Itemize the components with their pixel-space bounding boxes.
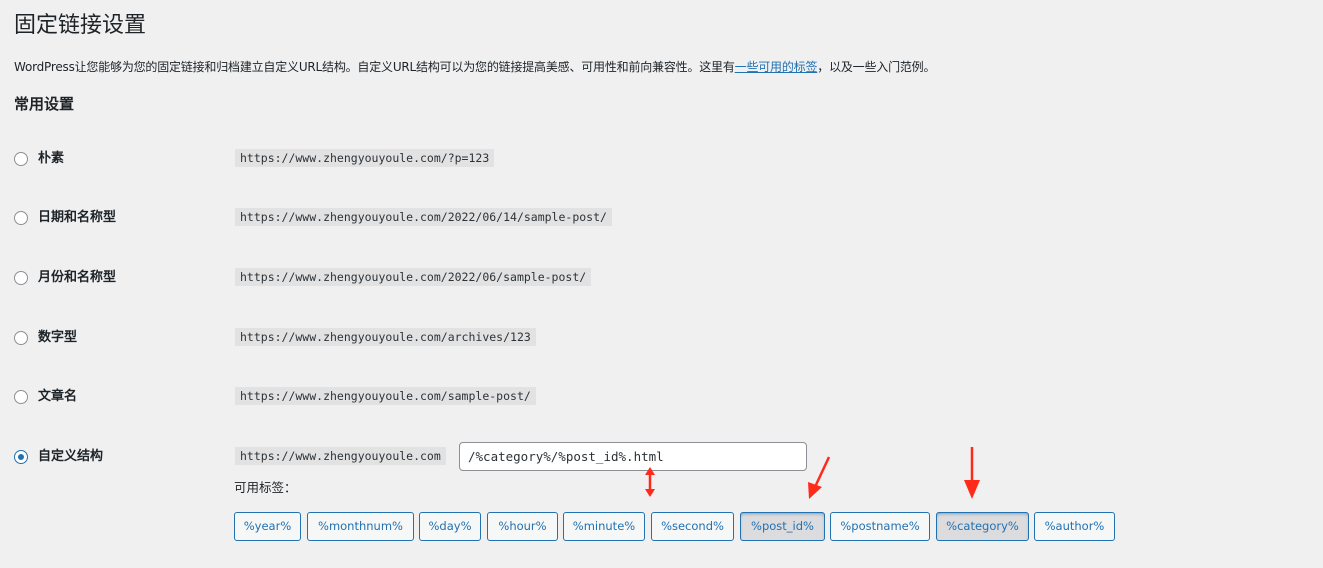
option-row-post-name: 文章名 https://www.zhengyouyoule.com/sample… <box>14 386 914 410</box>
option-row-plain: 朴素 https://www.zhengyouyoule.com/?p=123 <box>14 148 914 172</box>
option-url-plain: https://www.zhengyouyoule.com/?p=123 <box>235 149 495 167</box>
radio-plain[interactable] <box>14 152 28 166</box>
tag-button-minute[interactable]: %minute% <box>563 512 645 541</box>
radio-day-name[interactable] <box>14 211 28 225</box>
option-row-numeric: 数字型 https://www.zhengyouyoule.com/archiv… <box>14 327 914 351</box>
annotation-arrow-category-icon <box>964 447 980 499</box>
option-url-custom-base: https://www.zhengyouyoule.com <box>235 447 446 465</box>
tag-button-monthnum[interactable]: %monthnum% <box>307 512 414 541</box>
custom-structure-input[interactable] <box>459 442 807 471</box>
annotation-arrow-post-id-icon <box>808 456 831 499</box>
option-label-numeric[interactable]: 数字型 <box>38 328 77 348</box>
annotation-double-arrow-icon <box>645 467 655 497</box>
option-label-plain[interactable]: 朴素 <box>38 149 64 169</box>
tag-button-author[interactable]: %author% <box>1034 512 1115 541</box>
tag-button-second[interactable]: %second% <box>651 512 734 541</box>
option-url-post-name: https://www.zhengyouyoule.com/sample-pos… <box>235 387 536 405</box>
radio-custom[interactable] <box>14 450 28 464</box>
option-url-day-name: https://www.zhengyouyoule.com/2022/06/14… <box>235 208 612 226</box>
tag-button-post-id[interactable]: %post_id% <box>740 512 825 541</box>
radio-month-name[interactable] <box>14 271 28 285</box>
tag-button-category[interactable]: %category% <box>936 512 1029 541</box>
section-title-common-settings: 常用设置 <box>14 95 75 113</box>
intro-text: WordPress让您能够为您的固定链接和归档建立自定义URL结构。自定义URL… <box>14 58 935 76</box>
available-tags-label: 可用标签： <box>234 480 297 495</box>
page-title: 固定链接设置 <box>14 13 147 38</box>
option-url-month-name: https://www.zhengyouyoule.com/2022/06/sa… <box>235 268 592 286</box>
tag-button-day[interactable]: %day% <box>419 512 481 541</box>
option-row-day-name: 日期和名称型 https://www.zhengyouyoule.com/202… <box>14 207 914 231</box>
tag-button-hour[interactable]: %hour% <box>487 512 558 541</box>
intro-text-after: ，以及一些入门范例。 <box>817 60 936 74</box>
option-label-post-name[interactable]: 文章名 <box>38 387 77 407</box>
radio-numeric[interactable] <box>14 331 28 345</box>
option-label-month-name[interactable]: 月份和名称型 <box>38 268 116 288</box>
option-label-custom[interactable]: 自定义结构 <box>38 447 103 467</box>
option-url-numeric: https://www.zhengyouyoule.com/archives/1… <box>235 328 536 346</box>
tag-button-postname[interactable]: %postname% <box>830 512 930 541</box>
tag-button-year[interactable]: %year% <box>234 512 301 541</box>
intro-text-before: WordPress让您能够为您的固定链接和归档建立自定义URL结构。自定义URL… <box>14 60 735 74</box>
option-label-day-name[interactable]: 日期和名称型 <box>38 208 116 228</box>
option-row-month-name: 月份和名称型 https://www.zhengyouyoule.com/202… <box>14 267 914 291</box>
radio-post-name[interactable] <box>14 390 28 404</box>
available-tags-link[interactable]: 一些可用的标签 <box>735 60 818 74</box>
permalink-settings-page: 固定链接设置 WordPress让您能够为您的固定链接和归档建立自定义URL结构… <box>0 0 1323 568</box>
